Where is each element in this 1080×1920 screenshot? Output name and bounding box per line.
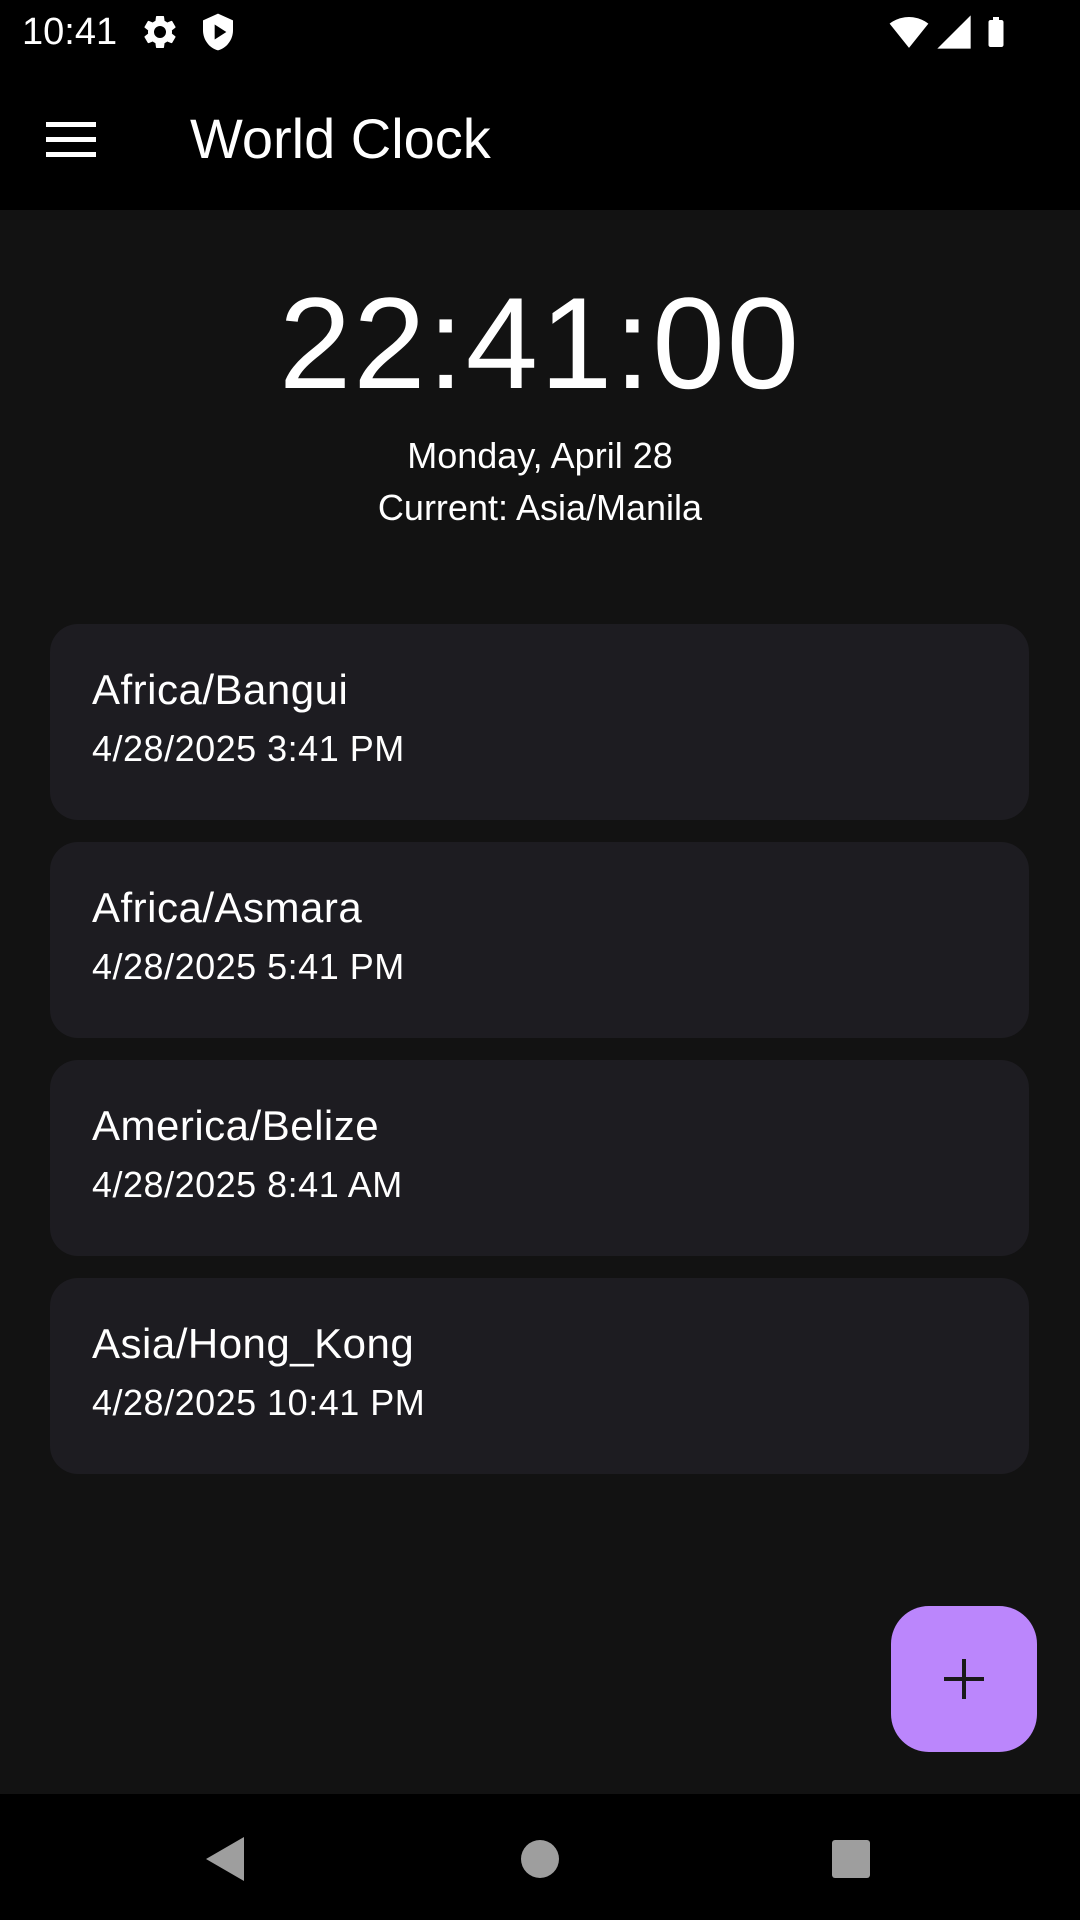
- current-timezone: Current: Asia/Manila: [377, 487, 703, 528]
- wifi-icon: [888, 12, 929, 52]
- timezone-time: 4/28/2025 3:41 PM: [92, 728, 405, 769]
- add-timezone-button[interactable]: [891, 1606, 1037, 1752]
- timezone-card[interactable]: Africa/Bangui 4/28/2025 3:41 PM: [50, 624, 1029, 820]
- timezone-time: 4/28/2025 8:41 AM: [92, 1164, 403, 1205]
- recents-icon: [832, 1840, 870, 1878]
- timezone-name: Africa/Bangui: [92, 666, 349, 713]
- recents-button[interactable]: [816, 1824, 886, 1894]
- timezone-card[interactable]: Africa/Asmara 4/28/2025 5:41 PM: [50, 842, 1029, 1038]
- system-nav-bar: [0, 1794, 1080, 1920]
- status-time: 10:41: [22, 11, 118, 53]
- home-button[interactable]: [505, 1824, 575, 1894]
- app-bar: World Clock: [0, 64, 1080, 210]
- app-title: World Clock: [190, 107, 491, 170]
- timezone-time: 4/28/2025 10:41 PM: [92, 1382, 426, 1423]
- world-clock-screen: 10:41 World Clock 22:41:00 Monday, April…: [0, 0, 1080, 1920]
- timezone-name: America/Belize: [92, 1102, 380, 1149]
- back-button[interactable]: [190, 1824, 260, 1894]
- back-icon: [206, 1837, 244, 1881]
- signal-icon: [934, 12, 974, 52]
- plus-icon: [944, 1659, 984, 1699]
- battery-icon: [978, 12, 1018, 52]
- home-icon: [521, 1840, 559, 1878]
- status-bar: 10:41: [0, 0, 1080, 64]
- timezone-time: 4/28/2025 5:41 PM: [92, 946, 405, 987]
- timezone-card[interactable]: America/Belize 4/28/2025 8:41 AM: [50, 1060, 1029, 1256]
- hamburger-menu-icon: [46, 122, 96, 157]
- timezone-card[interactable]: Asia/Hong_Kong 4/28/2025 10:41 PM: [50, 1278, 1029, 1474]
- shield-icon: [198, 12, 238, 52]
- current-date: Monday, April 28: [407, 435, 673, 476]
- timezone-name: Asia/Hong_Kong: [92, 1320, 415, 1367]
- gear-icon: [140, 12, 180, 52]
- menu-button[interactable]: [30, 98, 114, 182]
- current-time-display: 22:41:00: [278, 270, 802, 416]
- timezone-name: Africa/Asmara: [92, 884, 363, 931]
